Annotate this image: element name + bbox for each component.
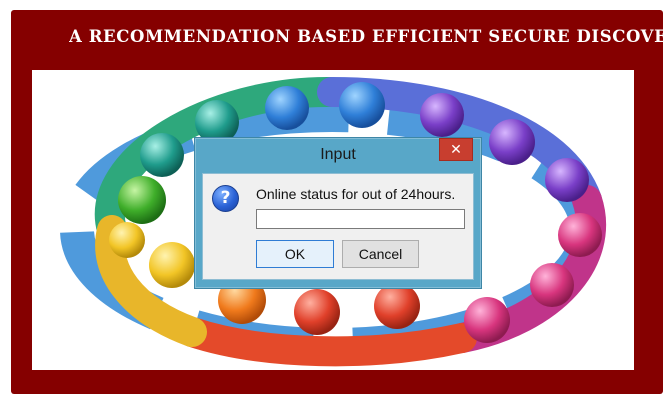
window-edge-mark bbox=[3, 362, 9, 374]
input-dialog: Input ✕ ? Online status for out of 24hou… bbox=[194, 137, 482, 289]
dialog-body: ? Online status for out of 24hours. OK C… bbox=[202, 173, 474, 280]
close-icon: ✕ bbox=[450, 142, 462, 158]
question-icon: ? bbox=[212, 185, 239, 212]
cancel-button[interactable]: Cancel bbox=[342, 240, 419, 268]
close-button[interactable]: ✕ bbox=[439, 138, 473, 161]
ok-button[interactable]: OK bbox=[256, 240, 334, 268]
prompt-label: Online status for out of 24hours. bbox=[256, 186, 456, 202]
app-title: A RECOMMENDATION BASED EFFICIENT SECURE … bbox=[69, 27, 671, 46]
status-input[interactable] bbox=[256, 209, 465, 229]
